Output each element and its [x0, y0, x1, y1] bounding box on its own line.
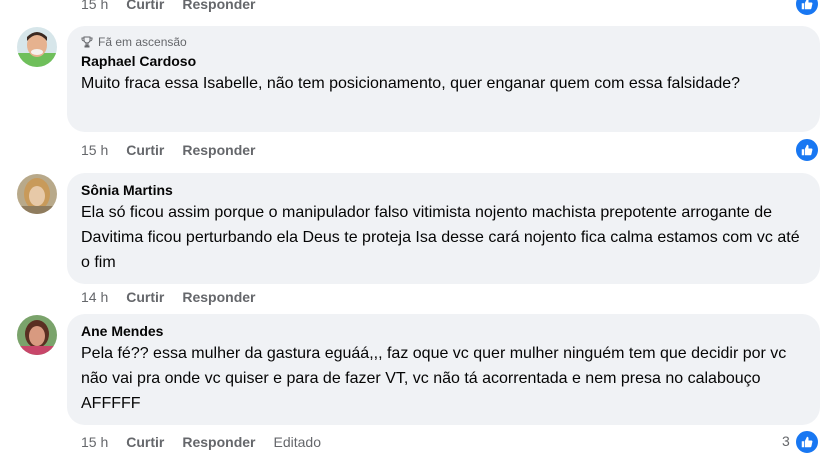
avatar[interactable] [17, 27, 57, 67]
comment-author[interactable]: Sônia Martins [81, 181, 808, 199]
top-action-row: 15 h Curtir Responder [81, 0, 274, 14]
like-reaction-badge[interactable] [795, 138, 819, 162]
comment-text: Pela fé?? essa mulher da gastura eguáá,,… [81, 345, 787, 412]
like-link[interactable]: Curtir [126, 434, 164, 450]
comment-text: Ela só ficou assim porque o manipulador … [81, 204, 800, 271]
edited-label: Editado [273, 434, 321, 450]
reply-link[interactable]: Responder [182, 434, 255, 450]
reply-link[interactable]: Responder [182, 142, 255, 158]
like-link[interactable]: Curtir [126, 289, 164, 305]
comment-author[interactable]: Ane Mendes [81, 322, 808, 340]
avatar[interactable] [17, 315, 57, 355]
comment-bubble: Ane Mendes Pela fé?? essa mulher da gast… [67, 314, 820, 425]
trophy-icon [81, 36, 93, 48]
comment-time[interactable]: 15 h [81, 142, 108, 158]
fan-badge: Fã em ascensão [81, 34, 808, 50]
reply-link[interactable]: Responder [182, 289, 255, 305]
comment-bubble: Fã em ascensão Raphael Cardoso Muito fra… [67, 26, 820, 132]
like-reaction-badge[interactable] [795, 430, 819, 454]
comment-time[interactable]: 15 h [81, 434, 108, 450]
avatar[interactable] [17, 174, 57, 214]
thumbs-up-icon [801, 436, 813, 448]
comment-time[interactable]: 15 h [81, 0, 108, 12]
thumbs-up-icon [801, 144, 813, 156]
like-link[interactable]: Curtir [126, 142, 164, 158]
comment-time[interactable]: 14 h [81, 289, 108, 305]
reply-link[interactable]: Responder [182, 0, 255, 12]
comment-actions: 15 h Curtir Responder [81, 140, 274, 160]
like-reaction-badge[interactable] [795, 0, 819, 16]
reaction-count[interactable]: 3 [782, 433, 790, 449]
comment-actions: 15 h Curtir Responder Editado [81, 432, 339, 452]
thumbs-up-icon [801, 0, 813, 10]
comment-text: Muito fraca essa Isabelle, não tem posic… [81, 75, 741, 92]
fan-badge-label: Fã em ascensão [98, 35, 187, 49]
like-link[interactable]: Curtir [126, 0, 164, 12]
comment-actions: 14 h Curtir Responder [81, 287, 274, 307]
comment-author[interactable]: Raphael Cardoso [81, 52, 808, 70]
comment-bubble: Sônia Martins Ela só ficou assim porque … [67, 173, 820, 284]
